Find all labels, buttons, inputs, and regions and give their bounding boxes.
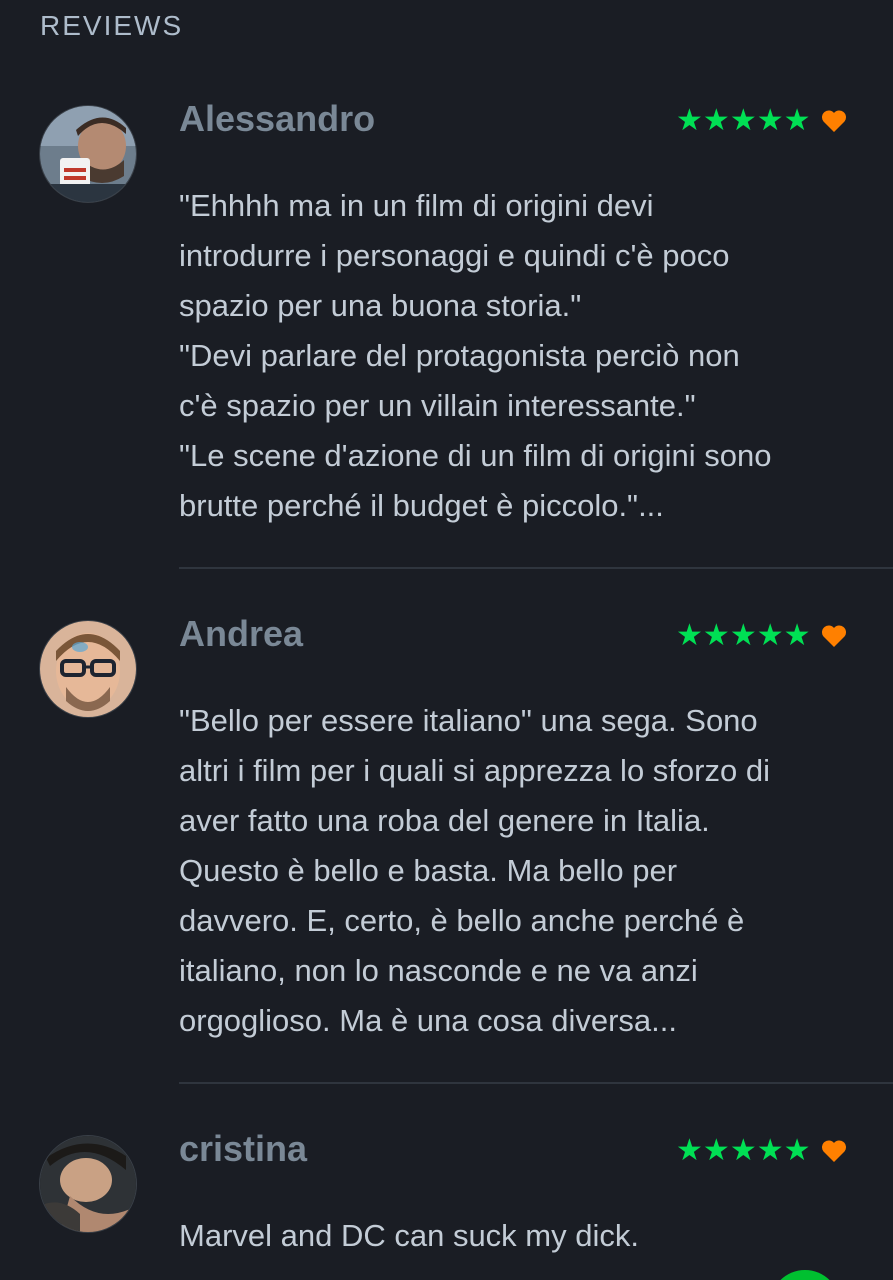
avatar[interactable] [40, 621, 136, 717]
star-icon: ★ [702, 619, 730, 652]
avatar[interactable] [40, 106, 136, 202]
reviewer-name[interactable]: Alessandro [179, 98, 375, 140]
star-icon: ★ [783, 1134, 811, 1167]
reviewer-name[interactable]: Andrea [179, 613, 303, 655]
star-icon: ★ [676, 1134, 703, 1167]
star-rating: ★ ★ ★ ★ ★ [676, 106, 847, 136]
star-rating: ★ ★ ★ ★ ★ [676, 621, 847, 651]
star-icon: ★ [756, 104, 784, 137]
star-icon: ★ [756, 1134, 784, 1167]
avatar-mug-photo-icon [40, 106, 136, 202]
avatar[interactable] [40, 1136, 136, 1232]
star-icon: ★ [783, 104, 811, 137]
heart-icon [821, 1140, 846, 1162]
star-icon: ★ [676, 104, 703, 137]
divider [179, 1082, 893, 1084]
star-icon: ★ [702, 104, 730, 137]
avatar-glasses-photo-icon [40, 621, 136, 717]
star-icon: ★ [729, 1134, 757, 1167]
review-text[interactable]: "Bello per essere italiano" una sega. So… [179, 696, 859, 1046]
divider [179, 567, 893, 569]
star-icon: ★ [783, 619, 811, 652]
star-icon: ★ [756, 619, 784, 652]
avatar-portrait-photo-icon [40, 1136, 136, 1232]
star-icon: ★ [729, 619, 757, 652]
heart-icon [821, 110, 846, 132]
star-rating: ★ ★ ★ ★ ★ [676, 1136, 847, 1166]
reviewer-name[interactable]: cristina [179, 1128, 307, 1170]
star-icon: ★ [729, 104, 757, 137]
review-text[interactable]: Marvel and DC can suck my dick. [179, 1211, 859, 1261]
floating-action-button[interactable] [770, 1270, 840, 1280]
section-title: REVIEWS [40, 10, 184, 41]
review-text[interactable]: "Ehhhh ma in un film di origini devi int… [179, 181, 859, 531]
star-icon: ★ [676, 619, 703, 652]
heart-icon [821, 625, 846, 647]
star-icon: ★ [702, 1134, 730, 1167]
